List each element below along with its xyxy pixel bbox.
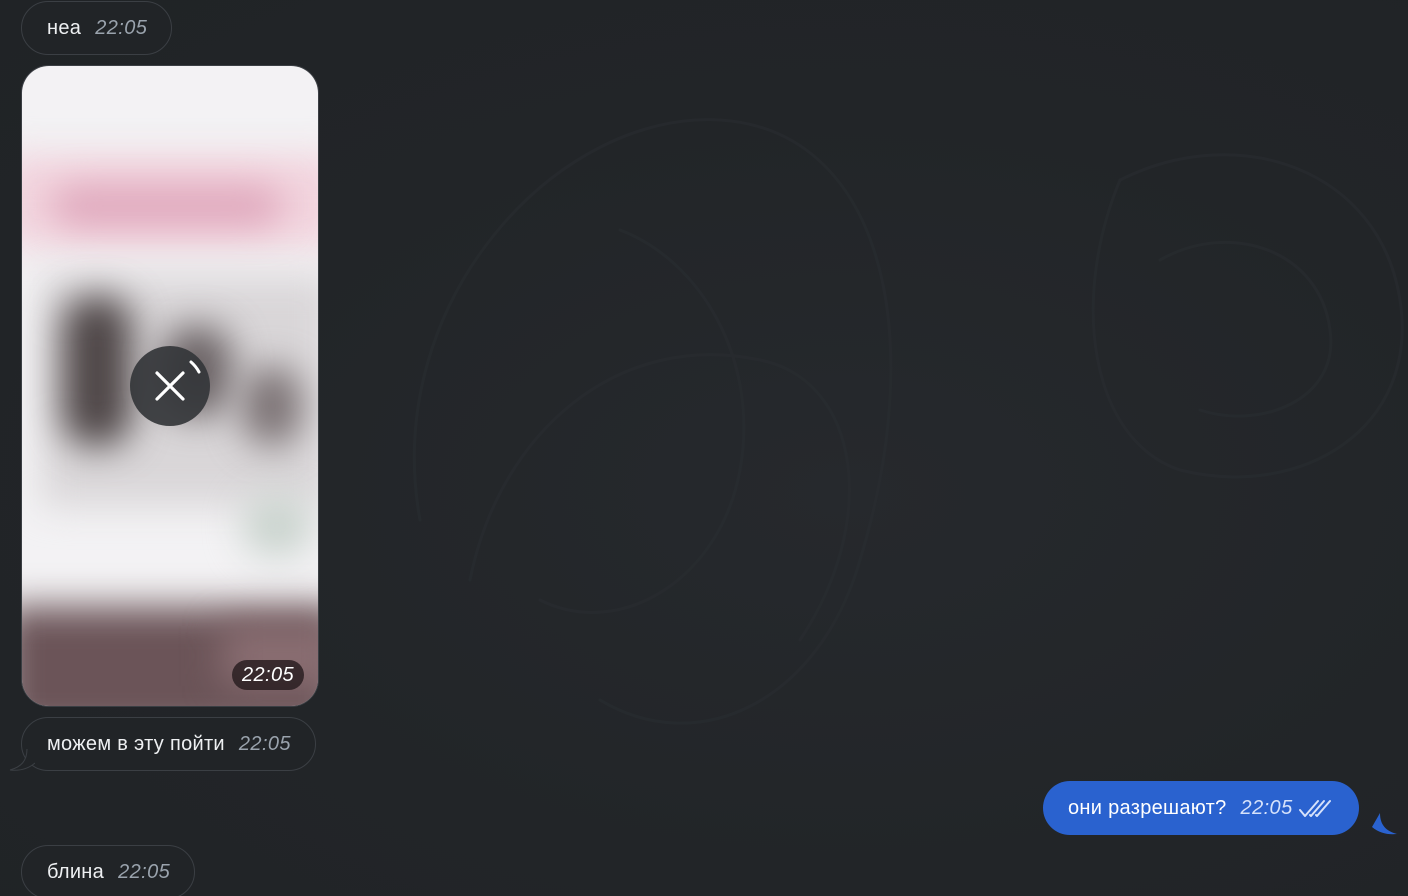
outgoing-message[interactable]: они разрешают? 22:05 [1043, 781, 1359, 835]
photo-timestamp: 22:05 [231, 660, 304, 690]
message-timestamp: 22:05 [95, 16, 148, 39]
cancel-download-button[interactable] [130, 346, 210, 426]
message-text: неа [47, 16, 82, 39]
double-check-icon [1298, 800, 1331, 817]
bubble-tail [9, 749, 35, 771]
bubble-tail [1372, 813, 1397, 835]
chat-history[interactable]: неа 22:05 22:05 можем в эту пойти 22:05 [0, 0, 1408, 896]
incoming-message[interactable]: неа 22:05 [21, 1, 173, 55]
message-text: они разрешают? [1068, 796, 1227, 819]
incoming-message[interactable]: блина 22:05 [21, 845, 196, 896]
message-timestamp: 22:05 [238, 732, 291, 755]
message-text: можем в эту пойти [47, 732, 225, 755]
incoming-message[interactable]: можем в эту пойти 22:05 [21, 717, 316, 771]
message-timestamp: 22:05 [1240, 796, 1293, 819]
close-icon [155, 360, 201, 401]
message-timestamp: 22:05 [118, 860, 171, 883]
message-text: блина [47, 860, 105, 883]
photo-message[interactable]: 22:05 [21, 65, 319, 707]
